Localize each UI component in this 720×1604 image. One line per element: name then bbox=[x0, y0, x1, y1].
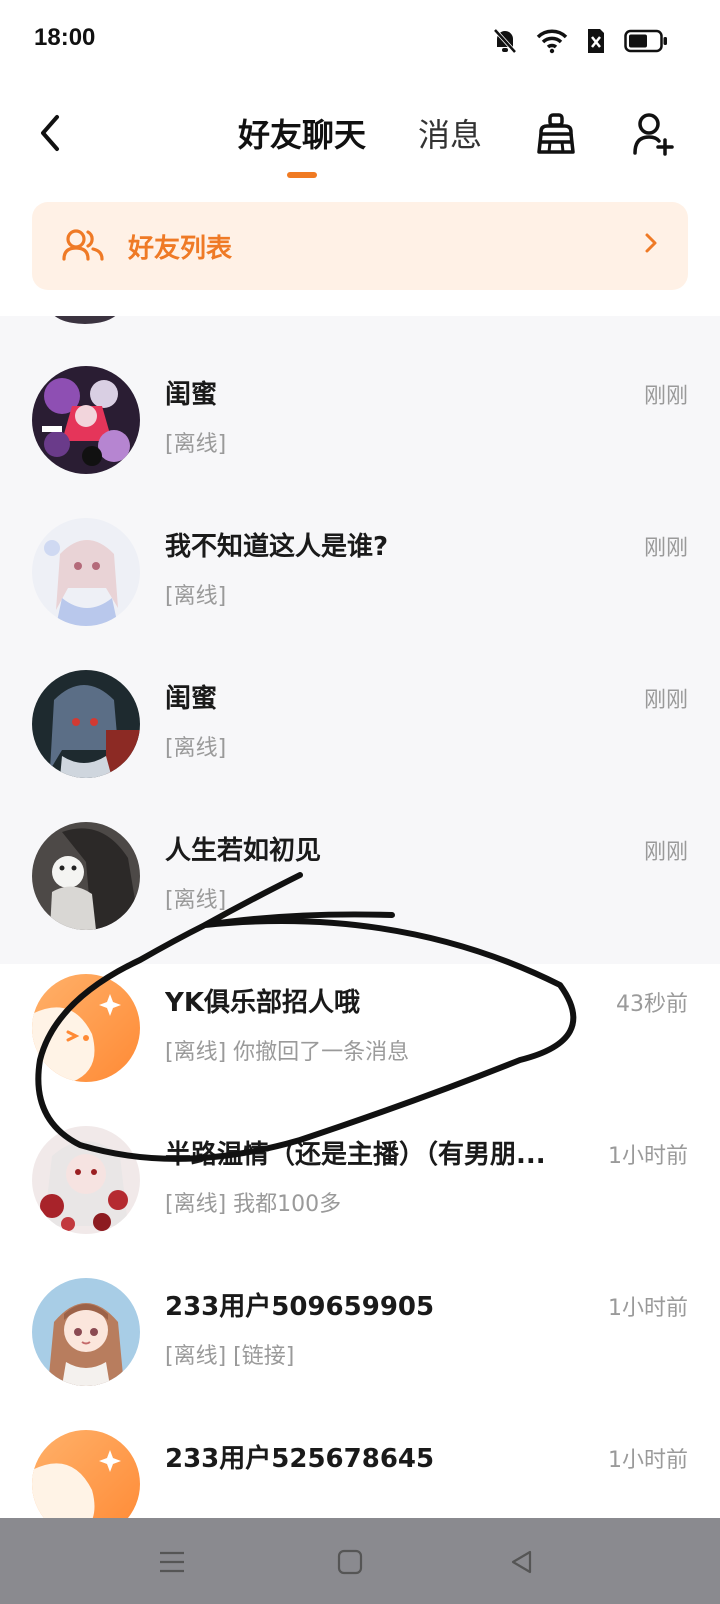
wifi-icon bbox=[536, 28, 568, 54]
active-tab-indicator bbox=[287, 172, 317, 178]
avatar bbox=[32, 1278, 140, 1386]
battery-icon bbox=[624, 29, 668, 53]
avatar bbox=[32, 366, 140, 474]
chat-name: 233用户509659905 bbox=[165, 1292, 435, 1322]
chat-preview: [离线] 我都100多 bbox=[165, 1192, 342, 1217]
avatar bbox=[32, 518, 140, 626]
chat-row[interactable]: YK俱乐部招人哦 [离线] 你撤回了一条消息 43秒前 bbox=[0, 924, 720, 1082]
chat-preview: [离线] bbox=[165, 736, 227, 761]
bell-muted-icon bbox=[492, 27, 518, 55]
avatar bbox=[32, 974, 140, 1082]
chat-name: 233用户525678645 bbox=[165, 1444, 435, 1474]
chat-row[interactable]: 人生若如初见 [离线] 刚刚 bbox=[0, 772, 720, 930]
status-time: 18:00 bbox=[34, 24, 96, 51]
chat-time: 刚刚 bbox=[643, 384, 688, 409]
status-icons bbox=[492, 24, 668, 58]
top-header: 好友聊天 消息 bbox=[0, 88, 720, 188]
avatar bbox=[32, 822, 140, 930]
tab-messages[interactable]: 消息 bbox=[418, 110, 482, 156]
clean-button[interactable] bbox=[530, 108, 582, 160]
sim-blocked-icon bbox=[586, 27, 606, 55]
chat-row[interactable]: 233用户525678645 1小时前 bbox=[0, 1380, 720, 1518]
triangle-back-icon bbox=[511, 1550, 532, 1574]
chat-time: 1小时前 bbox=[608, 1144, 688, 1169]
chat-row[interactable]: 闺蜜 [离线] 刚刚 bbox=[0, 316, 720, 474]
back-button[interactable] bbox=[26, 108, 74, 158]
chevron-left-icon bbox=[41, 115, 59, 151]
chat-preview: [离线] bbox=[165, 432, 227, 457]
chevron-right-icon bbox=[644, 232, 658, 258]
chat-time: 刚刚 bbox=[643, 840, 688, 865]
menu-button[interactable] bbox=[152, 1542, 192, 1582]
chat-name: 闺蜜 bbox=[165, 684, 218, 714]
add-friend-button[interactable] bbox=[628, 108, 680, 160]
chat-row[interactable]: 半路温情（还是主播）（有男朋... [离线] 我都100多 1小时前 bbox=[0, 1076, 720, 1234]
chat-time: 1小时前 bbox=[608, 1296, 688, 1321]
chat-time: 刚刚 bbox=[643, 536, 688, 561]
square-home-icon bbox=[337, 1549, 363, 1575]
chat-list[interactable]: 闺蜜 [离线] 刚刚 我不知道这人是谁? [离线] 刚刚 闺蜜 [离线] 刚刚 … bbox=[0, 316, 720, 1518]
friends-icon bbox=[62, 228, 104, 266]
broom-icon bbox=[537, 113, 575, 154]
avatar bbox=[32, 670, 140, 778]
chat-preview: [离线] [链接] bbox=[165, 1344, 295, 1369]
chat-name: 半路温情（还是主播）（有男朋... bbox=[165, 1140, 546, 1170]
chat-name: YK俱乐部招人哦 bbox=[165, 988, 360, 1018]
chat-time: 刚刚 bbox=[643, 688, 688, 713]
avatar bbox=[32, 1126, 140, 1234]
chat-time: 43秒前 bbox=[616, 992, 688, 1017]
home-button[interactable] bbox=[330, 1542, 370, 1582]
chat-name: 闺蜜 bbox=[165, 380, 218, 410]
chat-row[interactable]: 我不知道这人是谁? [离线] 刚刚 bbox=[0, 468, 720, 626]
chat-preview: [离线] bbox=[165, 584, 227, 609]
chat-row[interactable]: 闺蜜 [离线] 刚刚 bbox=[0, 620, 720, 778]
chat-preview: [离线] 你撤回了一条消息 bbox=[165, 1040, 410, 1065]
chat-row[interactable]: 233用户509659905 [离线] [链接] 1小时前 bbox=[0, 1228, 720, 1386]
chat-name: 人生若如初见 bbox=[165, 836, 322, 866]
chat-preview: [离线] bbox=[165, 888, 227, 913]
friend-list-label: 好友列表 bbox=[128, 234, 233, 264]
status-bar: 18:00 bbox=[0, 0, 720, 80]
chat-name: 我不知道这人是谁? bbox=[165, 532, 389, 562]
tab-friend-chat[interactable]: 好友聊天 bbox=[238, 110, 366, 156]
system-nav-bar bbox=[0, 1518, 720, 1604]
menu-icon bbox=[160, 1551, 184, 1573]
chat-time: 1小时前 bbox=[608, 1448, 688, 1473]
back-nav-button[interactable] bbox=[502, 1542, 542, 1582]
avatar bbox=[32, 1430, 140, 1518]
add-user-icon bbox=[633, 113, 674, 156]
friend-list-banner[interactable]: 好友列表 bbox=[32, 202, 688, 290]
